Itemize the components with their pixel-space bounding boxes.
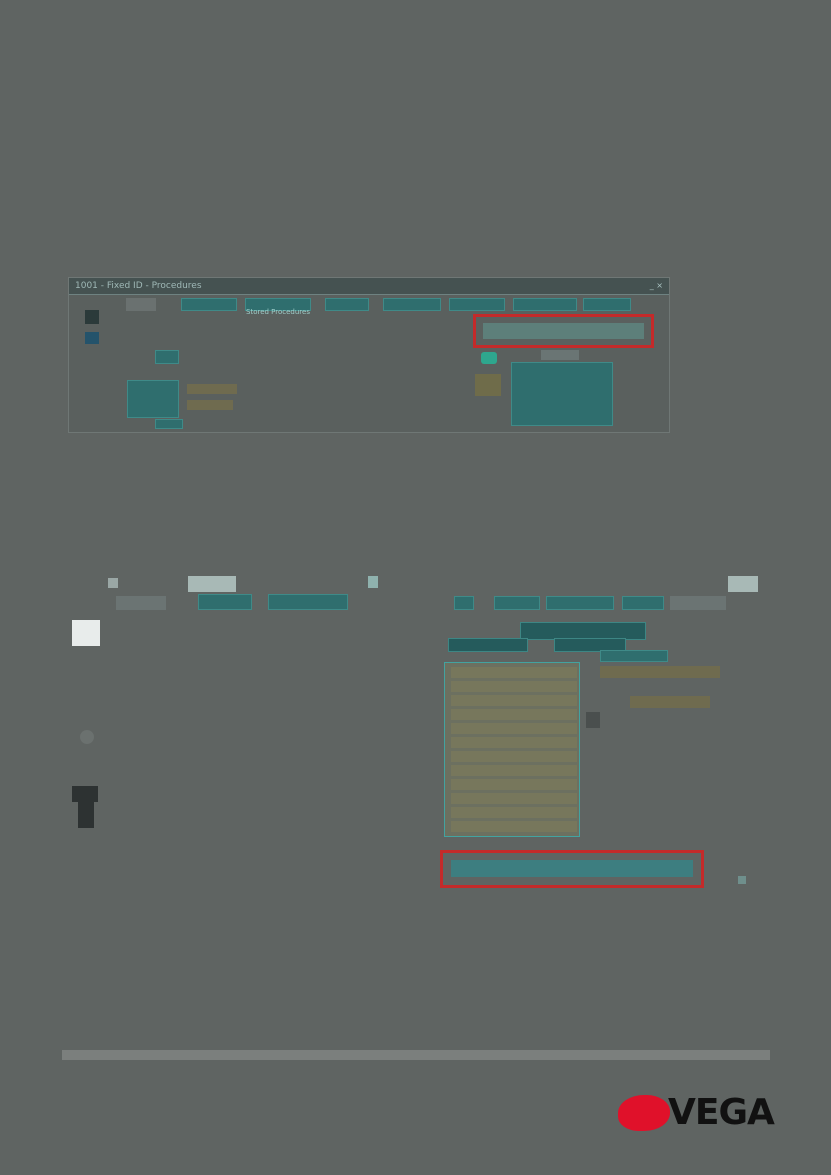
logo-mark-icon bbox=[618, 1095, 670, 1131]
list-item[interactable] bbox=[451, 709, 577, 720]
tab[interactable] bbox=[494, 596, 540, 610]
panel-header bbox=[541, 350, 579, 360]
white-box[interactable] bbox=[72, 620, 100, 646]
check-icon[interactable] bbox=[481, 352, 497, 364]
right-dialog-screenshot bbox=[440, 570, 770, 890]
side-label bbox=[630, 696, 710, 708]
list-item[interactable] bbox=[451, 779, 577, 790]
preview-panel bbox=[127, 380, 179, 418]
folder-icon[interactable] bbox=[85, 332, 99, 344]
small-icon[interactable] bbox=[368, 576, 378, 588]
small-icon[interactable] bbox=[738, 876, 746, 884]
tab[interactable] bbox=[622, 596, 664, 610]
vega-logo: VEGA bbox=[618, 1092, 775, 1133]
footer-rule bbox=[62, 1050, 770, 1060]
tab[interactable] bbox=[670, 596, 726, 610]
tab[interactable] bbox=[546, 596, 614, 610]
highlighted-field bbox=[473, 314, 654, 348]
small-button[interactable] bbox=[155, 350, 179, 364]
tool-icon bbox=[78, 800, 94, 828]
tab[interactable] bbox=[116, 596, 166, 610]
procedure-list[interactable] bbox=[444, 662, 580, 837]
tab[interactable] bbox=[198, 594, 252, 610]
left-dialog-screenshot bbox=[68, 570, 408, 840]
toolbar-icon[interactable] bbox=[85, 310, 99, 324]
list-item[interactable] bbox=[451, 807, 577, 818]
window-controls[interactable]: _ × bbox=[650, 281, 663, 290]
window-titlebar: 1001 - Fixed ID - Procedures _ × bbox=[69, 278, 669, 295]
menu-item[interactable] bbox=[449, 298, 505, 311]
side-label bbox=[600, 666, 720, 678]
logo-text: VEGA bbox=[668, 1092, 775, 1133]
list-item[interactable] bbox=[451, 723, 577, 734]
list-item[interactable] bbox=[451, 667, 577, 678]
tab[interactable] bbox=[454, 596, 474, 610]
list-item[interactable] bbox=[451, 765, 577, 776]
input-field[interactable] bbox=[728, 576, 758, 592]
list-item[interactable] bbox=[451, 793, 577, 804]
input-field[interactable] bbox=[188, 576, 236, 592]
list-item[interactable] bbox=[451, 681, 577, 692]
list-item[interactable] bbox=[451, 821, 577, 832]
small-label bbox=[155, 419, 183, 429]
menu-item[interactable] bbox=[583, 298, 631, 311]
toolbar-label bbox=[448, 638, 528, 652]
radio-icon[interactable] bbox=[80, 730, 94, 744]
caption-line bbox=[187, 384, 237, 394]
details-panel bbox=[511, 362, 613, 426]
list-item[interactable] bbox=[451, 737, 577, 748]
menu-item[interactable] bbox=[181, 298, 237, 311]
window-title: 1001 - Fixed ID - Procedures bbox=[75, 281, 202, 291]
highlighted-field-value[interactable] bbox=[483, 323, 644, 339]
scroll-handle[interactable] bbox=[586, 712, 600, 728]
menu-item[interactable] bbox=[383, 298, 441, 311]
menu-item-stored-procedures[interactable]: Stored Procedures bbox=[245, 298, 311, 316]
tab[interactable] bbox=[268, 594, 348, 610]
color-swatch[interactable] bbox=[475, 374, 501, 396]
checkbox[interactable] bbox=[108, 578, 118, 588]
caption-line bbox=[187, 400, 233, 410]
menu-item[interactable] bbox=[126, 298, 156, 311]
menu-item[interactable] bbox=[513, 298, 577, 311]
list-item[interactable] bbox=[451, 751, 577, 762]
toolbar-label bbox=[600, 650, 668, 662]
highlighted-option-label[interactable] bbox=[451, 860, 693, 877]
highlighted-option bbox=[440, 850, 704, 888]
window-screenshot: 1001 - Fixed ID - Procedures _ × Stored … bbox=[68, 277, 670, 433]
menu-item[interactable] bbox=[325, 298, 369, 311]
list-item[interactable] bbox=[451, 695, 577, 706]
